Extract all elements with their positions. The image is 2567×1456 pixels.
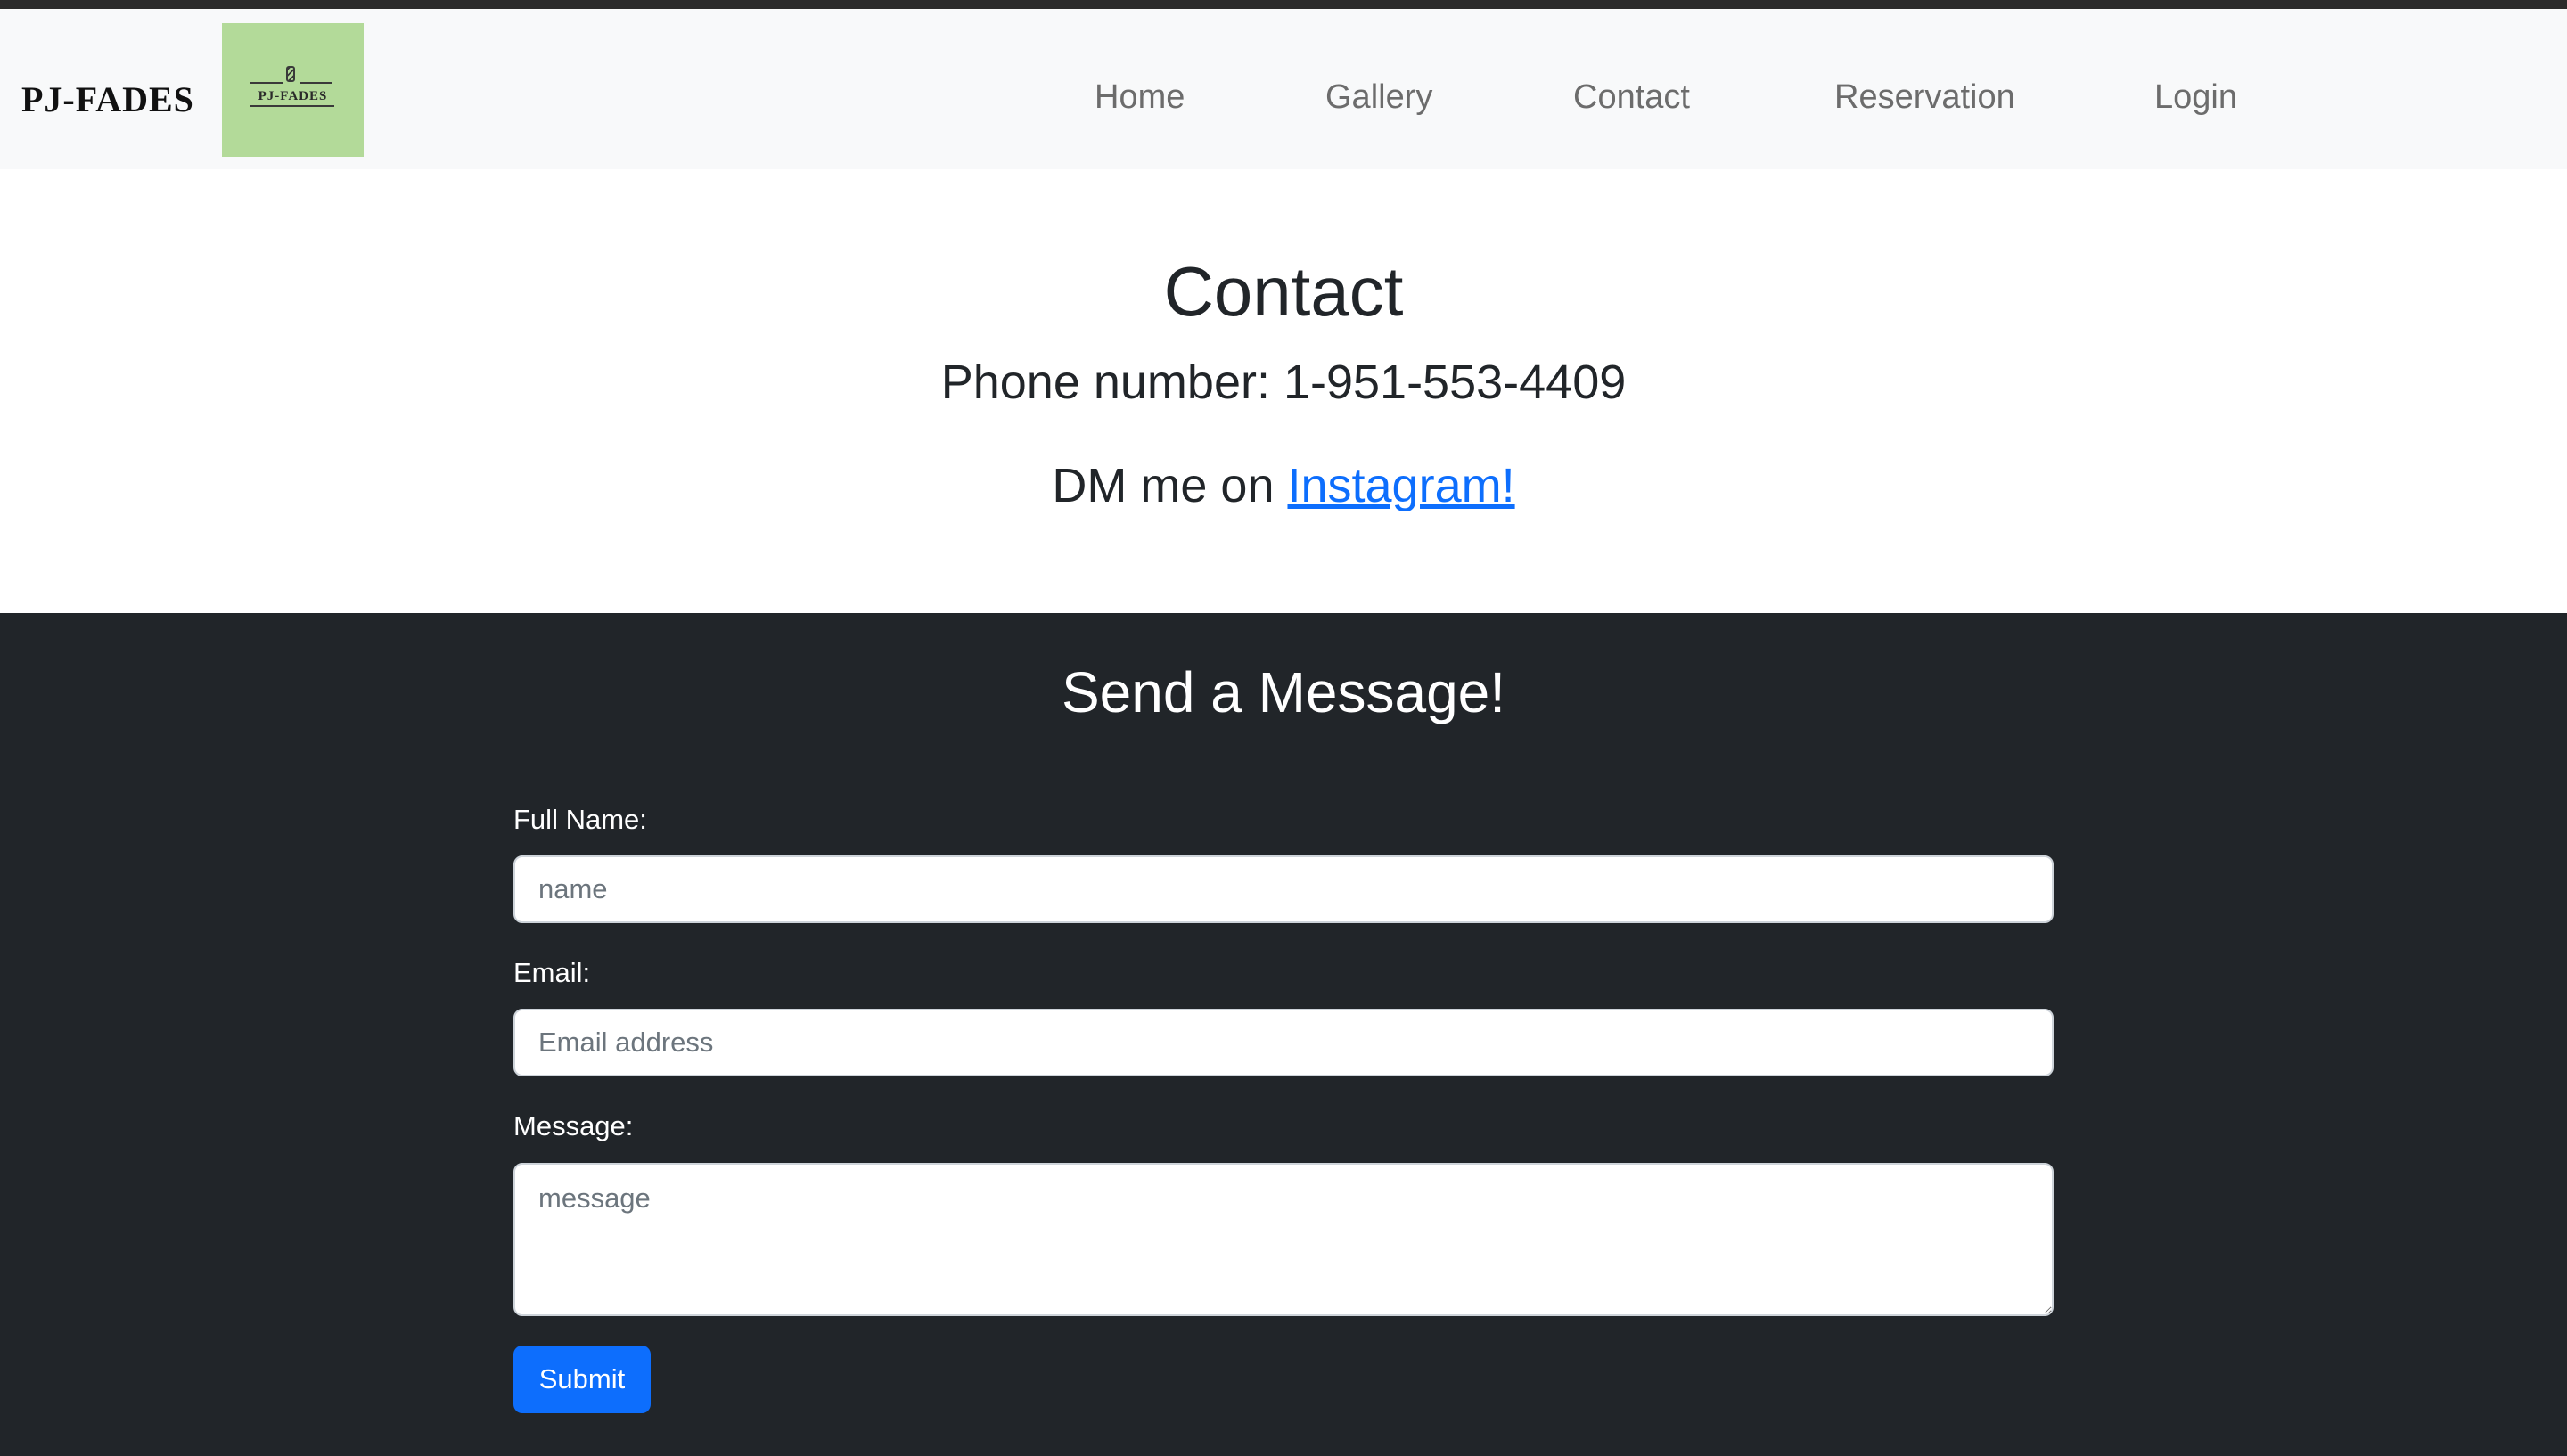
navbar: PJ-FADES PJ-FADES Home Gallery Contact R… [0, 9, 2567, 169]
dm-line: DM me on Instagram! [0, 458, 2567, 513]
dm-prefix: DM me on [1052, 459, 1288, 512]
contact-section: Contact Phone number: 1-951-553-4409 DM … [0, 169, 2567, 613]
message-section: Send a Message! Full Name: Email: Messag… [0, 613, 2567, 1456]
logo-divider [300, 82, 332, 84]
full-name-input[interactable] [513, 855, 2054, 923]
logo-divider [250, 105, 334, 107]
nav-link-contact[interactable]: Contact [1573, 78, 1690, 117]
submit-button[interactable]: Submit [513, 1346, 651, 1413]
email-input[interactable] [513, 1009, 2054, 1076]
brand-name[interactable]: PJ-FADES [21, 78, 194, 120]
email-label: Email: [513, 957, 591, 988]
message-textarea[interactable] [513, 1163, 2054, 1316]
top-border [0, 0, 2567, 9]
phone-number: Phone number: 1-951-553-4409 [940, 356, 1627, 409]
message-label: Message: [513, 1110, 634, 1141]
nav-link-home[interactable]: Home [1095, 78, 1185, 117]
nav-link-reservation[interactable]: Reservation [1834, 78, 2015, 117]
nav-link-login[interactable]: Login [2154, 78, 2237, 117]
message-title: Send a Message! [1061, 660, 1506, 724]
nav-link-gallery[interactable]: Gallery [1325, 78, 1432, 117]
barber-pole-icon [286, 66, 295, 82]
contact-title: Contact [1163, 252, 1404, 331]
logo-divider [250, 82, 283, 84]
brand-logo[interactable]: PJ-FADES [222, 23, 364, 157]
full-name-label: Full Name: [513, 804, 647, 835]
instagram-link[interactable]: Instagram! [1287, 459, 1514, 512]
logo-text: PJ-FADES [258, 89, 328, 103]
